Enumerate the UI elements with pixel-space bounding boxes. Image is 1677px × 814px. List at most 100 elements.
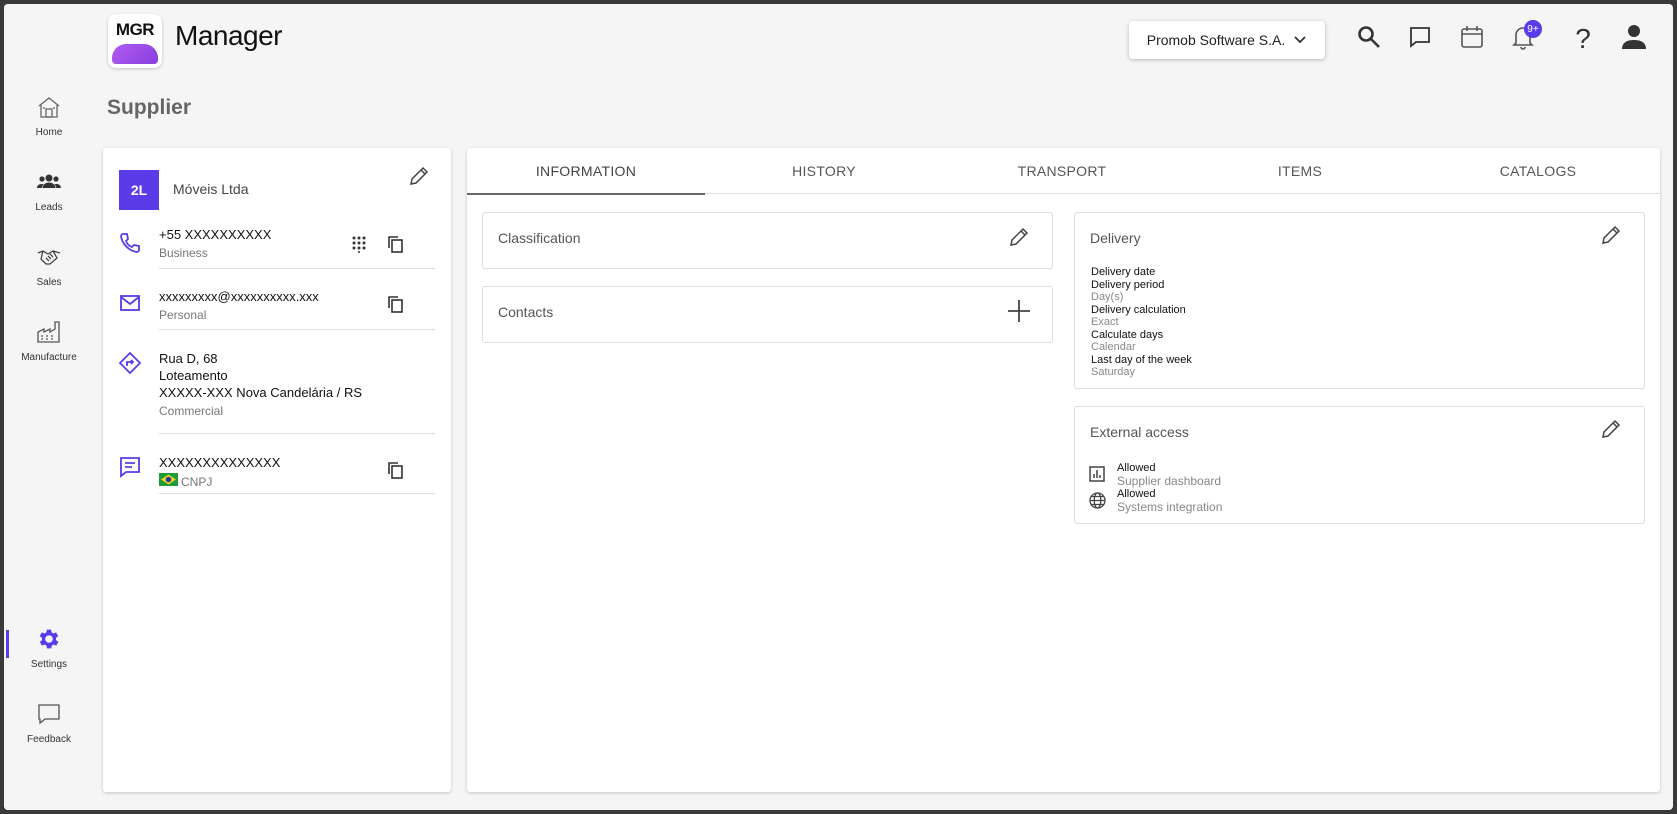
divider xyxy=(159,268,435,269)
classification-title: Classification xyxy=(498,230,581,246)
delivery-calculation-value: Exact xyxy=(1091,316,1119,328)
divider xyxy=(159,329,435,330)
app-window: Home Leads Sales Manufacture Settings Fe… xyxy=(4,4,1673,810)
tab-history[interactable]: HISTORY xyxy=(705,148,943,194)
delivery-calculation-label: Delivery calculation xyxy=(1091,303,1186,316)
sidebar-item-settings[interactable]: Settings xyxy=(4,612,94,682)
divider xyxy=(159,433,435,434)
sidebar-item-label: Leads xyxy=(35,201,63,213)
sidebar-item-label: Home xyxy=(35,126,63,138)
last-day-value: Saturday xyxy=(1091,366,1136,378)
pencil-icon xyxy=(1600,418,1622,445)
document-value: XXXXXXXXXXXXXX xyxy=(159,455,281,470)
pencil-icon xyxy=(1008,226,1030,253)
address-type: Commercial xyxy=(159,404,224,418)
account-button[interactable] xyxy=(1619,24,1649,54)
dialpad-icon xyxy=(351,235,367,258)
edit-external-access-button[interactable] xyxy=(1597,417,1625,445)
document-icon xyxy=(117,454,143,480)
integration-label: Systems integration xyxy=(1117,499,1223,514)
last-day-label: Last day of the week xyxy=(1091,353,1192,366)
email-type: Personal xyxy=(159,308,207,322)
sidebar-item-sales[interactable]: Sales xyxy=(4,230,94,300)
chevron-down-icon xyxy=(1293,32,1307,49)
sidebar-item-leads[interactable]: Leads xyxy=(4,155,94,225)
calculate-days-value: Calendar xyxy=(1091,341,1136,353)
email-value: xxxxxxxxx@xxxxxxxxxx.xxx xyxy=(159,289,319,304)
address-row: Rua D, 68 Loteamento XXXXX-XXX Nova Cand… xyxy=(103,350,451,430)
dialpad-button[interactable] xyxy=(345,232,373,260)
handshake-icon xyxy=(35,243,63,271)
phone-value: +55 XXXXXXXXXX xyxy=(159,227,272,242)
delivery-panel: Delivery Delivery date Delivery period D… xyxy=(1074,212,1645,389)
sidebar-item-home[interactable]: Home xyxy=(4,80,94,150)
tab-transport[interactable]: TRANSPORT xyxy=(943,148,1181,194)
address-line2: Loteamento xyxy=(159,368,228,383)
company-select[interactable]: Promob Software S.A. xyxy=(1129,21,1325,59)
directions-icon xyxy=(117,350,143,376)
delivery-title: Delivery xyxy=(1090,230,1141,246)
plus-icon xyxy=(1006,298,1032,329)
company-select-value: Promob Software S.A. xyxy=(1146,32,1286,48)
document-type: CNPJ xyxy=(181,474,213,489)
address-line1: Rua D, 68 xyxy=(159,351,218,366)
people-icon xyxy=(35,168,63,196)
app-logo[interactable]: MGR xyxy=(108,14,162,68)
sidebar-item-manufacture[interactable]: Manufacture xyxy=(4,305,94,375)
help-icon: ? xyxy=(1575,23,1591,54)
copy-icon xyxy=(387,295,405,318)
brazil-flag-icon xyxy=(159,473,178,491)
delivery-period-label: Delivery period xyxy=(1091,278,1165,291)
dashboard-label: Supplier dashboard xyxy=(1117,473,1222,488)
contacts-title: Contacts xyxy=(498,304,554,320)
globe-icon xyxy=(1087,490,1107,510)
copy-icon xyxy=(387,235,405,258)
dashboard-status: Allowed xyxy=(1117,462,1156,474)
factory-icon xyxy=(35,318,63,346)
copy-phone-button[interactable] xyxy=(382,232,410,260)
contacts-panel: Contacts xyxy=(482,286,1053,343)
chat-icon xyxy=(1407,24,1433,55)
copy-email-button[interactable] xyxy=(382,292,410,320)
calculate-days-label: Calculate days xyxy=(1091,328,1164,341)
external-access-title: External access xyxy=(1090,424,1189,440)
edit-supplier-button[interactable] xyxy=(405,164,433,192)
feedback-icon xyxy=(35,700,63,728)
classification-panel: Classification xyxy=(482,212,1053,269)
edit-classification-button[interactable] xyxy=(1005,225,1033,253)
tab-bar: INFORMATION HISTORY TRANSPORT ITEMS CATA… xyxy=(467,148,1660,195)
sidebar-item-feedback[interactable]: Feedback xyxy=(4,687,94,757)
integration-status: Allowed xyxy=(1117,488,1156,500)
details-card: INFORMATION HISTORY TRANSPORT ITEMS CATA… xyxy=(467,148,1660,792)
add-contact-button[interactable] xyxy=(1005,299,1033,327)
app-title: Manager xyxy=(175,20,283,51)
delivery-period-value: Day(s) xyxy=(1091,291,1124,303)
pencil-icon xyxy=(1600,224,1622,251)
messages-button[interactable] xyxy=(1405,24,1435,54)
search-icon xyxy=(1356,24,1382,55)
notifications-badge: 9+ xyxy=(1524,20,1542,38)
notifications-button[interactable]: 9+ xyxy=(1508,20,1542,54)
external-access-panel: External access Allowed Supplier dashboa… xyxy=(1074,406,1645,524)
copy-icon xyxy=(387,461,405,484)
tab-items[interactable]: ITEMS xyxy=(1181,148,1419,194)
calendar-button[interactable] xyxy=(1457,24,1487,54)
delivery-date-label: Delivery date xyxy=(1091,266,1156,278)
address-line3: XXXXX-XXX Nova Candelária / RS xyxy=(159,385,363,400)
tab-information[interactable]: INFORMATION xyxy=(467,148,705,195)
copy-document-button[interactable] xyxy=(382,458,410,486)
supplier-avatar: 2L xyxy=(119,170,159,210)
sidebar: Home Leads Sales Manufacture Settings Fe… xyxy=(4,4,94,810)
edit-delivery-button[interactable] xyxy=(1597,223,1625,251)
phone-icon xyxy=(117,230,143,256)
help-button[interactable]: ? xyxy=(1568,23,1598,54)
supplier-card: 2L Móveis Ltda +55 XXXXXXXXXX Business x… xyxy=(103,148,451,792)
delivery-fields: Delivery date Delivery period Day(s) Del… xyxy=(1091,266,1192,379)
document-row: XXXXXXXXXXXXXX CNPJ xyxy=(103,454,451,504)
tab-catalogs[interactable]: CATALOGS xyxy=(1419,148,1657,194)
search-button[interactable] xyxy=(1354,24,1384,54)
email-row: xxxxxxxxx@xxxxxxxxxx.xxx Personal xyxy=(103,288,451,338)
user-icon xyxy=(1620,23,1648,56)
sidebar-item-label: Sales xyxy=(36,276,62,288)
logo-text: MGR xyxy=(115,20,155,39)
